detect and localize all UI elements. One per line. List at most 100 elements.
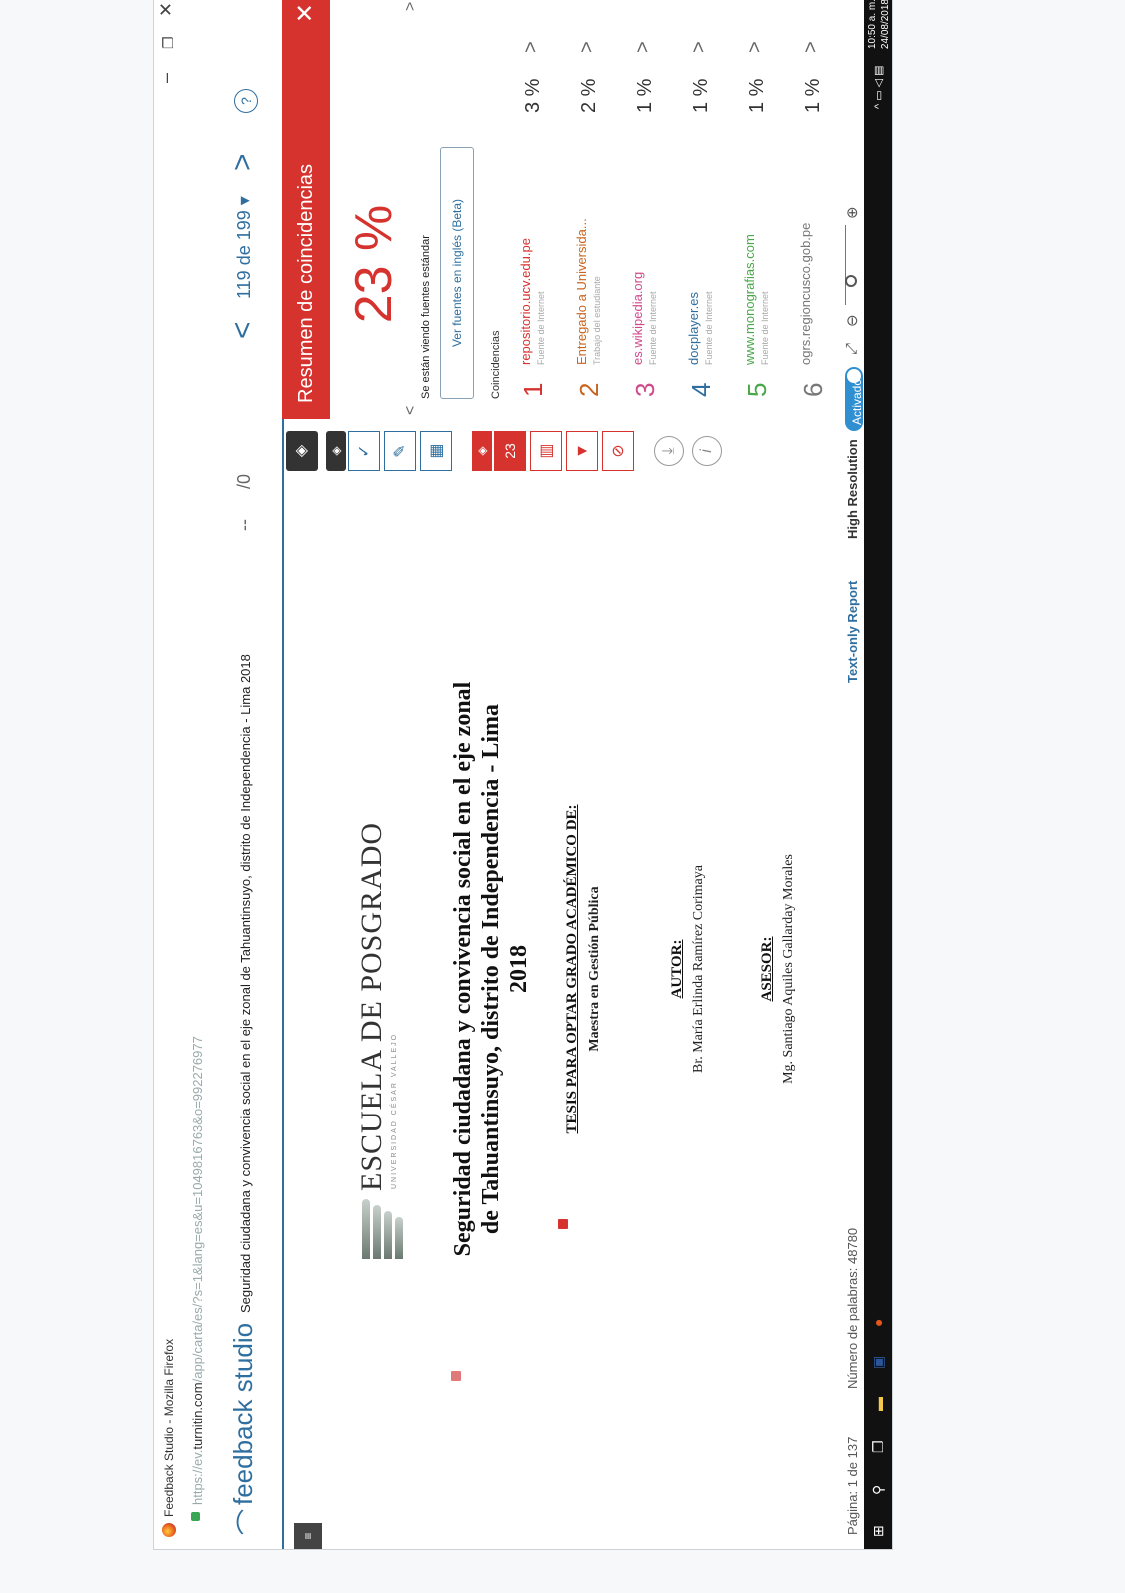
similarity-layer-icon[interactable]: ◈ <box>472 431 492 471</box>
grade-total: /0 <box>234 473 254 489</box>
system-tray-icons[interactable]: ^ ▭ ◁ ▤ <box>872 65 885 109</box>
match-source: docplayer.es <box>686 292 701 365</box>
status-bar: Página: 1 de 137 Número de palabras: 487… <box>842 0 864 1549</box>
zoom-in-icon[interactable]: ⊕ <box>843 206 861 219</box>
match-marker-2[interactable] <box>451 1371 461 1381</box>
grade-score[interactable]: -- /0 <box>234 474 255 531</box>
grading-layer-icon[interactable]: ◈ <box>326 431 346 471</box>
ucv-logo-icon <box>359 1199 405 1259</box>
thesis-title: Seguridad ciudadana y convivencia social… <box>449 569 533 1369</box>
file-explorer-icon[interactable]: ▬ <box>870 1397 886 1411</box>
info-icon[interactable]: i <box>692 436 722 466</box>
windows-start-icon[interactable]: ⊞ <box>870 1525 887 1537</box>
zoom-slider-track[interactable] <box>845 225 846 305</box>
thesis-title-line: 2018 <box>506 945 532 993</box>
app-name: feedback studio <box>228 1322 258 1505</box>
clock-date: 24/08/2018 <box>880 0 891 50</box>
feedback-studio-logo-icon: ⌒ <box>235 1508 265 1535</box>
url-host: turnitin.com <box>190 1382 205 1450</box>
paper-counter[interactable]: 119 de 199 ▾ <box>234 196 255 299</box>
match-type: Trabajo del estudiante <box>592 276 602 365</box>
viewing-sources-text: Se están viendo fuentes estándar <box>420 235 432 399</box>
match-source: Entregado a Universida... <box>574 218 589 365</box>
firefox-icon <box>162 1523 176 1537</box>
high-resolution-toggle[interactable]: Activado <box>845 367 864 431</box>
overall-similarity: 23 % <box>345 204 403 324</box>
windows-taskbar: ⊞ ⚲ ❐ ▬ ▣ ● ^ ▭ ◁ ▤ 10:50 a. m. 24/08/20… <box>864 0 893 1549</box>
matches-label: Coincidencias <box>490 330 502 399</box>
minimize-icon[interactable]: – <box>156 73 177 83</box>
scroll-left-icon[interactable]: < <box>402 406 420 415</box>
zoom-slider-knob[interactable] <box>845 275 857 287</box>
document-page: ESCUELA DE POSGRADO UNIVERSIDAD CÉSAR VA… <box>339 529 799 1409</box>
word-icon[interactable]: ▣ <box>870 1356 887 1369</box>
match-row[interactable]: 6 ogrs.regioncusco.gob.pe 1 % > <box>788 0 844 419</box>
zoom-out-icon[interactable]: ⊖ <box>843 314 861 327</box>
match-overview-panel: Resumen de coincidencias ✕ 23 % < > Se e… <box>282 0 842 419</box>
url-text[interactable]: https://ev.turnitin.com/app/carta/es/?s=… <box>190 1036 205 1505</box>
chevron-right-icon[interactable]: > <box>520 41 543 53</box>
match-percent: 1 % <box>690 78 712 113</box>
exclude-icon[interactable]: ⊘ <box>602 431 634 471</box>
layers-icon[interactable]: ◈ <box>286 431 318 471</box>
url-bar[interactable]: https://ev.turnitin.com/app/carta/es/?s=… <box>184 0 213 1549</box>
close-panel-icon[interactable]: ✕ <box>291 3 320 23</box>
chevron-right-icon[interactable]: > <box>688 41 711 53</box>
match-number: 5 <box>742 382 772 397</box>
sidebar-toggle-icon[interactable]: ≡ <box>294 1523 322 1549</box>
match-number: 1 <box>518 382 548 397</box>
word-count: Número de palabras: 48780 <box>845 1227 860 1389</box>
thesis-title-line: de Tahuantinsuyo, distrito de Independen… <box>478 703 504 1235</box>
next-paper-icon[interactable]: > <box>226 153 260 171</box>
firefox-taskbar-icon[interactable]: ● <box>870 1319 886 1327</box>
similarity-score-badge[interactable]: 23 <box>494 431 526 471</box>
match-row[interactable]: 3 es.wikipedia.org Fuente de Internet 1 … <box>620 0 676 419</box>
chevron-right-icon[interactable]: > <box>576 41 599 53</box>
english-sources-button[interactable]: Ver fuentes en inglés (Beta) <box>440 147 474 399</box>
match-number: 6 <box>798 382 828 397</box>
lock-icon <box>191 1512 200 1521</box>
fullscreen-icon[interactable]: ⤢ <box>843 343 860 355</box>
author-name: Br. María Erlinda Ramírez Corimaya <box>691 865 706 1073</box>
advisor-label: ASESOR: <box>759 936 775 1002</box>
edit-icon[interactable]: ✎ <box>384 431 416 471</box>
match-row[interactable]: 2 Entregado a Universida... Trabajo del … <box>564 0 620 419</box>
match-source: repositorio.ucv.edu.pe <box>518 238 533 365</box>
download-icon[interactable]: ⤓ <box>654 436 684 466</box>
match-type: Fuente de Internet <box>536 291 546 365</box>
task-view-icon[interactable]: ❐ <box>870 1440 887 1453</box>
rubric-grid-icon[interactable]: ▦ <box>420 431 452 471</box>
checkmark-icon[interactable]: ✓ <box>348 431 380 471</box>
url-prefix: https://ev. <box>190 1449 205 1505</box>
text-only-report-link[interactable]: Text-only Report <box>845 581 860 683</box>
match-source: www.monografias.com <box>742 234 757 365</box>
high-resolution-label: High Resolution <box>845 439 860 539</box>
chevron-right-icon[interactable]: > <box>744 41 767 53</box>
match-percent: 1 % <box>746 78 768 113</box>
match-type: Fuente de Internet <box>648 291 658 365</box>
url-rest: /app/carta/es/?s=1&lang=es&u=1049816763&… <box>190 1036 205 1383</box>
match-source: es.wikipedia.org <box>630 271 645 365</box>
match-row[interactable]: 5 www.monografias.com Fuente de Internet… <box>732 0 788 419</box>
window-title: Feedback Studio - Mozilla Firefox <box>162 1338 176 1517</box>
filter-icon[interactable]: ▼ <box>566 431 598 471</box>
clock-time: 10:50 a. m. <box>867 0 878 50</box>
scroll-right-icon[interactable]: > <box>402 2 420 11</box>
match-row[interactable]: 4 docplayer.es Fuente de Internet 1 % > <box>676 0 732 419</box>
university-name: UNIVERSIDAD CÉSAR VALLEJO <box>391 1032 398 1189</box>
taskbar-clock[interactable]: 10:50 a. m. 24/08/2018 <box>866 0 892 49</box>
advisor-name: Mg. Santiago Aquiles Gallarday Morales <box>781 854 796 1084</box>
page-indicator: Página: 1 de 137 <box>845 1436 860 1535</box>
match-row[interactable]: 1 repositorio.ucv.edu.pe Fuente de Inter… <box>508 0 564 419</box>
close-window-icon[interactable]: ✕ <box>156 2 177 17</box>
app-header: ⌒ feedback studio Seguridad ciudadana y … <box>212 0 284 1549</box>
restore-icon[interactable]: ❐ <box>160 36 177 49</box>
chevron-right-icon[interactable]: > <box>800 41 823 53</box>
match-overview-icon[interactable]: ▥ <box>530 431 562 471</box>
browser-window: Feedback Studio - Mozilla Firefox – ❐ ✕ … <box>153 0 893 1550</box>
search-icon[interactable]: ⚲ <box>870 1485 887 1495</box>
help-icon[interactable]: ? <box>234 89 258 113</box>
prev-paper-icon[interactable]: < <box>226 321 260 339</box>
chevron-right-icon[interactable]: > <box>632 41 655 53</box>
panel-title: Resumen de coincidencias <box>295 163 317 403</box>
